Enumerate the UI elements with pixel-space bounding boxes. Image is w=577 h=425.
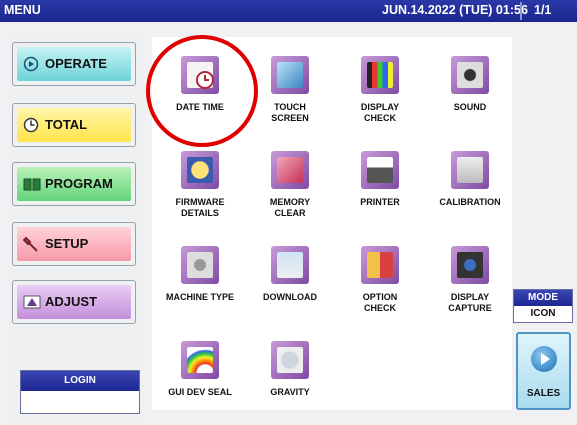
item-memory-clear[interactable]: MEMORY CLEAR <box>245 145 335 227</box>
play-arrow-icon <box>531 346 557 372</box>
operate-label: OPERATE <box>45 56 107 71</box>
speaker-icon <box>451 56 489 94</box>
item-gui-dev-seal[interactable]: GUI DEV SEAL <box>155 335 245 417</box>
total-button[interactable]: TOTAL <box>12 103 136 147</box>
rainbow-icon <box>181 341 219 379</box>
globe-weight-icon <box>271 341 309 379</box>
mode-value: ICON <box>530 308 556 319</box>
item-option-check[interactable]: OPTION CHECK <box>335 240 425 322</box>
item-display-check[interactable]: DISPLAY CHECK <box>335 50 425 132</box>
page-title: MENU <box>4 3 41 17</box>
item-sound-label: SOUND <box>453 102 487 112</box>
item-gravity-label: GRAVITY <box>270 387 310 397</box>
gears-icon <box>181 246 219 284</box>
book-icon <box>23 178 41 191</box>
info-icon <box>181 151 219 189</box>
login-box[interactable]: LOGIN <box>20 370 140 414</box>
item-gui-dev-seal-label: GUI DEV SEAL <box>168 387 232 397</box>
item-firmware-details-label: FIRMWARE <box>175 197 225 207</box>
eraser-icon <box>271 151 309 189</box>
divider <box>520 2 522 20</box>
setup-button[interactable]: SETUP <box>12 222 136 266</box>
clock-icon <box>23 117 39 133</box>
title-bar: MENU JUN.14.2022 (TUE) 01:56 1/1 <box>0 0 577 22</box>
monitor-icon <box>271 56 309 94</box>
adjust-icon <box>23 295 41 309</box>
download-box-icon <box>271 246 309 284</box>
adjust-label: ADJUST <box>45 294 98 309</box>
item-sound[interactable]: SOUND <box>425 50 515 132</box>
setup-label: SETUP <box>45 236 89 251</box>
item-machine-type[interactable]: MACHINE TYPE <box>155 240 245 322</box>
option-check-icon <box>361 246 399 284</box>
total-label: TOTAL <box>45 117 88 132</box>
item-touch-screen[interactable]: TOUCH SCREEN <box>245 50 335 132</box>
login-label: LOGIN <box>21 371 139 391</box>
program-label: PROGRAM <box>45 176 113 191</box>
date-time-display: JUN.14.2022 (TUE) 01:56 <box>382 3 528 17</box>
item-machine-type-label: MACHINE TYPE <box>165 292 234 302</box>
camera-icon <box>451 246 489 284</box>
item-option-check-label: OPTION <box>362 292 398 302</box>
sales-label: SALES <box>526 388 561 399</box>
item-display-capture-label: DISPLAY <box>450 292 490 302</box>
item-printer[interactable]: PRINTER <box>335 145 425 227</box>
printer-icon <box>361 151 399 189</box>
item-display-check-label: DISPLAY <box>360 102 400 112</box>
item-download[interactable]: DOWNLOAD <box>245 240 335 322</box>
weight-icon <box>451 151 489 189</box>
item-display-capture[interactable]: DISPLAY CAPTURE <box>425 240 515 322</box>
item-gravity[interactable]: GRAVITY <box>245 335 335 417</box>
item-printer-label: PRINTER <box>360 197 400 207</box>
item-calibration[interactable]: CALIBRATION <box>425 145 515 227</box>
sales-button[interactable]: SALES <box>516 332 571 410</box>
play-circle-icon <box>23 56 39 72</box>
mode-label: MODE <box>514 290 572 306</box>
adjust-button[interactable]: ADJUST <box>12 280 136 324</box>
highlight-circle <box>146 35 258 147</box>
item-calibration-label: CALIBRATION <box>439 197 501 207</box>
mode-box[interactable]: MODE ICON <box>513 289 573 323</box>
program-button[interactable]: PROGRAM <box>12 162 136 206</box>
color-bars-icon <box>361 56 399 94</box>
wrench-icon <box>23 236 38 252</box>
item-memory-clear-label: MEMORY <box>269 197 311 207</box>
item-touch-screen-label: TOUCH <box>274 102 306 112</box>
page-indicator: 1/1 <box>534 3 552 17</box>
item-firmware-details[interactable]: FIRMWARE DETAILS <box>155 145 245 227</box>
operate-button[interactable]: OPERATE <box>12 42 136 86</box>
item-download-label: DOWNLOAD <box>263 292 317 302</box>
